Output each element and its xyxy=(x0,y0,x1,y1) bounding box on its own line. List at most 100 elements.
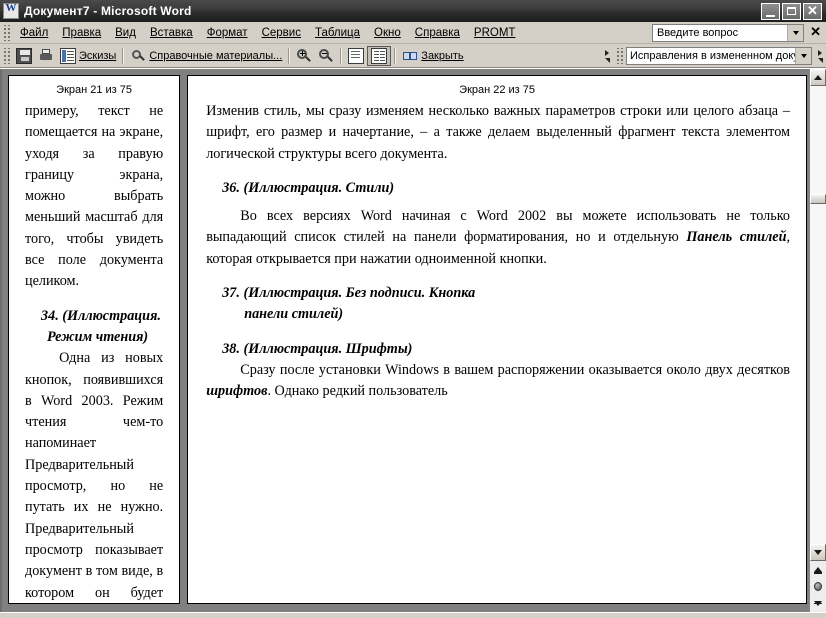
one-page-icon xyxy=(348,47,365,64)
toolbar-options-overflow-right[interactable] xyxy=(814,46,826,66)
ask-a-question-box[interactable]: Введите вопрос xyxy=(652,24,804,42)
reviewing-toolbar-gripper[interactable] xyxy=(615,48,623,64)
caption-37-line1: 37. (Иллюстрация. Без подписи. Кнопка xyxy=(222,285,476,302)
research-label: Справочные материалы... xyxy=(149,49,283,62)
menu-item-tools-label: Сервис xyxy=(261,26,301,39)
page-left-screen-indicator: Экран 21 из 75 xyxy=(56,84,133,96)
menu-item-file[interactable]: Файл xyxy=(13,24,55,42)
menu-item-tools[interactable]: Сервис xyxy=(255,24,308,42)
title-bar: Документ7 - Microsoft Word ✕ xyxy=(0,0,826,22)
paragraph-left-2: Одна из новых кнопок, появившихся в Word… xyxy=(25,350,164,601)
save-button[interactable] xyxy=(13,46,35,66)
select-browse-object-icon xyxy=(814,582,822,591)
menu-bar-gripper[interactable] xyxy=(2,24,10,41)
page-left[interactable]: Экран 21 из 75 примеру, текст не помещае… xyxy=(8,75,181,604)
scroll-up-button[interactable] xyxy=(810,69,826,86)
menu-item-view-label: Вид xyxy=(115,26,136,39)
allow-multiple-pages-button[interactable] xyxy=(367,45,392,66)
next-page-icon xyxy=(814,601,822,606)
toolbar-right-group: Исправления в измененном документе xyxy=(599,44,826,68)
page-right[interactable]: Экран 22 из 75 Изменив стиль, мы сразу и… xyxy=(187,75,807,604)
window-controls: ✕ xyxy=(761,2,824,20)
caption-38: 38. (Иллюстрация. Шрифты) xyxy=(222,340,413,357)
menu-item-view[interactable]: Вид xyxy=(108,24,143,42)
paragraph-left-1: примеру, текст не помещается на экране, … xyxy=(25,103,164,290)
menu-bar-close-button[interactable]: ✕ xyxy=(810,25,821,39)
menu-item-edit-label: Правка xyxy=(62,26,102,39)
toolbar-options-triangle-icon xyxy=(604,57,610,63)
paragraph-right-3-part2: . Однако редкий пользователь xyxy=(267,383,448,400)
decrease-text-size-button[interactable] xyxy=(315,46,337,66)
ask-a-question-dropdown-button[interactable] xyxy=(787,25,803,41)
window-title: Документ7 - Microsoft Word xyxy=(24,4,192,18)
reading-layout-toolbar: Эскизы Справочные материалы... Закрыть И… xyxy=(0,44,826,68)
thumbnails-icon xyxy=(60,47,76,64)
zoom-in-icon xyxy=(296,48,312,64)
select-browse-object-button[interactable] xyxy=(810,578,826,595)
scrollbar-thumb[interactable] xyxy=(810,194,826,204)
toolbar-separator-3 xyxy=(340,47,343,64)
chevron-up-icon xyxy=(814,75,822,80)
word-document-icon xyxy=(3,2,19,19)
thumbnails-button[interactable]: Эскизы xyxy=(57,46,119,66)
increase-text-size-button[interactable] xyxy=(293,46,315,66)
paragraph-right-3-part1: Сразу после установки Windows в вашем ра… xyxy=(240,361,790,378)
print-button[interactable] xyxy=(35,46,57,66)
menu-item-window[interactable]: Окно xyxy=(367,24,408,42)
menu-bar: Файл Правка Вид Вставка Формат Сервис Та… xyxy=(0,22,826,44)
ask-a-question-input[interactable]: Введите вопрос xyxy=(653,27,787,39)
close-reading-mode-button[interactable]: Закрыть xyxy=(399,46,466,66)
page-right-screen-indicator: Экран 22 из 75 xyxy=(459,84,536,96)
paragraph-right-2: Во всех версиях Word начиная с Word 2002… xyxy=(206,206,790,270)
printer-icon xyxy=(38,48,54,64)
menu-item-promt-label: PROMT xyxy=(473,26,516,39)
chevron-right-icon xyxy=(818,49,822,56)
toolbar-options-overflow-left[interactable] xyxy=(601,46,613,66)
menu-item-insert[interactable]: Вставка xyxy=(143,24,200,42)
paragraph-right-3-bold: шрифтов xyxy=(206,383,268,400)
next-page-button[interactable] xyxy=(810,595,826,612)
toolbar-options-triangle-icon xyxy=(817,57,823,63)
scroll-down-button[interactable] xyxy=(810,544,826,561)
maximize-button[interactable] xyxy=(782,2,801,20)
toolbar-gripper[interactable] xyxy=(2,47,10,64)
chevron-down-icon xyxy=(814,550,822,555)
paragraph-right-1: Изменив стиль, мы сразу изменяем несколь… xyxy=(206,103,790,162)
thumbnails-label: Эскизы xyxy=(79,49,117,62)
menu-item-edit[interactable]: Правка xyxy=(55,24,108,42)
close-button[interactable]: ✕ xyxy=(803,2,822,20)
toolbar-separator-2 xyxy=(288,47,291,64)
close-book-icon xyxy=(402,48,418,64)
close-reading-mode-label: Закрыть xyxy=(421,49,464,62)
display-for-review-combo[interactable]: Исправления в измененном документе xyxy=(626,47,812,65)
display-for-review-value[interactable]: Исправления в измененном документе xyxy=(627,50,795,62)
chevron-down-icon xyxy=(792,31,799,35)
vertical-scrollbar[interactable] xyxy=(809,69,826,612)
toolbar-separator-4 xyxy=(394,47,397,64)
scrollbar-track[interactable] xyxy=(810,86,826,544)
menu-item-promt[interactable]: PROMT xyxy=(467,24,523,42)
previous-page-button[interactable] xyxy=(810,561,826,578)
research-icon xyxy=(130,48,146,64)
status-bar-strip xyxy=(0,612,826,618)
actual-page-button[interactable] xyxy=(345,46,367,66)
menu-item-table[interactable]: Таблица xyxy=(308,24,367,42)
menu-item-format[interactable]: Формат xyxy=(200,24,255,42)
page-left-body: примеру, текст не помещается на экране, … xyxy=(9,101,179,603)
menu-item-help[interactable]: Справка xyxy=(408,24,467,42)
display-for-review-dropdown-button[interactable] xyxy=(795,48,811,64)
research-button[interactable]: Справочные материалы... xyxy=(127,46,285,66)
page-right-body: Изменив стиль, мы сразу изменяем несколь… xyxy=(188,101,806,403)
word-application-window: Документ7 - Microsoft Word ✕ Файл Правка… xyxy=(0,0,826,618)
minimize-button[interactable] xyxy=(761,2,780,20)
menu-item-help-label: Справка xyxy=(414,26,460,39)
paragraph-right-2-bold: Панель стилей xyxy=(686,229,787,246)
menu-item-insert-label: Вставка xyxy=(149,26,193,39)
document-reading-area: Экран 21 из 75 примеру, текст не помещае… xyxy=(0,68,826,612)
two-pages-icon xyxy=(371,47,388,64)
